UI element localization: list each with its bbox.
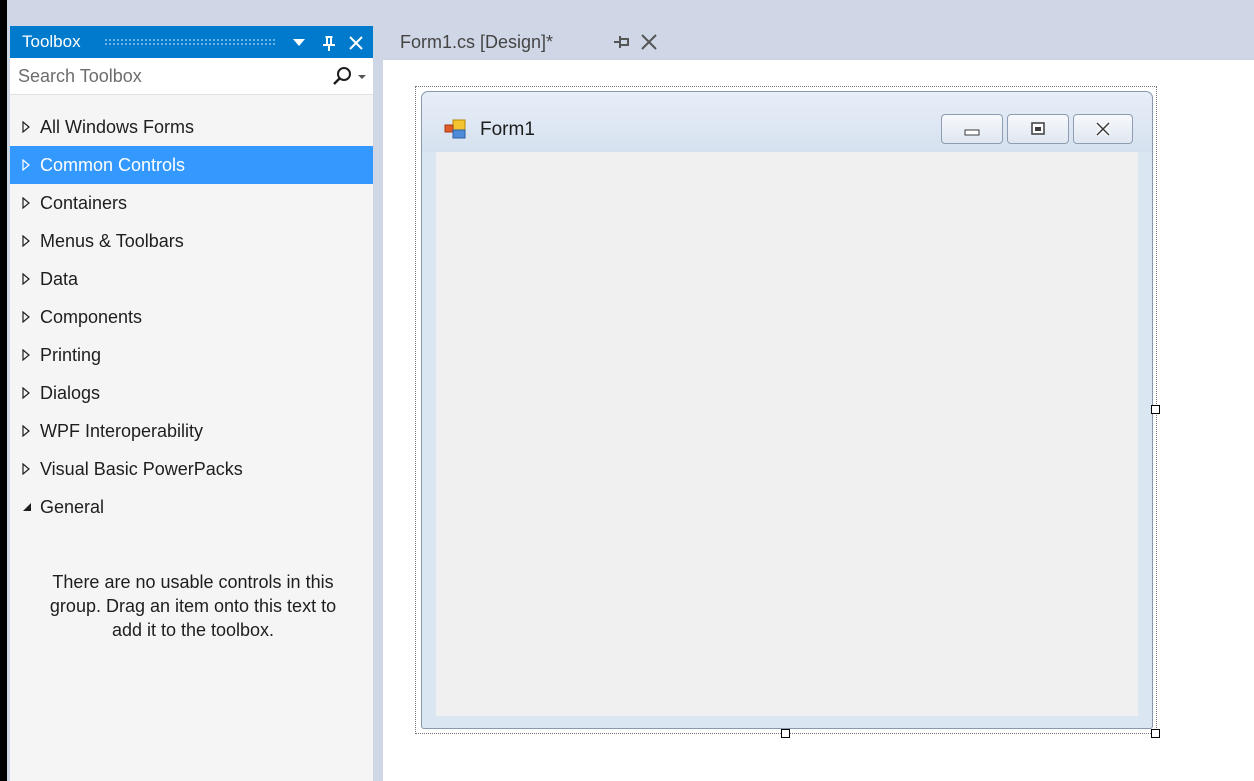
toolbox-dropdown-button[interactable] bbox=[287, 26, 311, 58]
toolbox-empty-group-message[interactable]: There are no usable controls in this gro… bbox=[36, 570, 350, 642]
collapsed-arrow-icon[interactable] bbox=[22, 121, 40, 133]
resize-handle-bottom[interactable] bbox=[781, 729, 790, 738]
collapsed-arrow-icon[interactable] bbox=[22, 387, 40, 399]
toolbox-category-item[interactable]: WPF Interoperability bbox=[10, 412, 373, 450]
panel-splitter[interactable] bbox=[373, 26, 383, 781]
toolbox-category-label: Common Controls bbox=[40, 154, 186, 175]
toolbox-search-box bbox=[10, 58, 373, 95]
toolbox-category-label: General bbox=[40, 496, 105, 517]
toolbox-category-item[interactable]: Visual Basic PowerPacks bbox=[10, 450, 373, 488]
toolbox-category-label: Dialogs bbox=[40, 382, 101, 403]
pin-icon bbox=[323, 35, 335, 51]
toolbox-category-label: Data bbox=[40, 268, 79, 289]
minimize-icon bbox=[964, 129, 980, 136]
collapsed-arrow-icon[interactable] bbox=[22, 273, 40, 285]
collapsed-arrow-icon[interactable] bbox=[22, 463, 40, 475]
toolbox-category-label: All Windows Forms bbox=[40, 116, 195, 137]
collapsed-arrow-icon[interactable] bbox=[22, 235, 40, 247]
toolbox-category-label: WPF Interoperability bbox=[40, 420, 204, 441]
tab-close-button[interactable] bbox=[640, 33, 658, 51]
toolbox-category-label: Components bbox=[40, 306, 143, 327]
toolbox-close-button[interactable] bbox=[344, 26, 368, 58]
tab-label: Form1.cs [Design]* bbox=[400, 32, 554, 52]
toolbox-category-item[interactable]: General bbox=[10, 488, 373, 526]
form1-window[interactable]: Form1 bbox=[421, 91, 1153, 729]
resize-handle-right[interactable] bbox=[1151, 405, 1160, 414]
toolbox-category-label: Visual Basic PowerPacks bbox=[40, 458, 243, 479]
toolbox-category-item[interactable]: Data bbox=[10, 260, 373, 298]
toolbox-drag-grip[interactable] bbox=[104, 38, 276, 46]
toolbox-category-item[interactable]: Components bbox=[10, 298, 373, 336]
form-close-button[interactable] bbox=[1073, 114, 1133, 144]
form-client-area[interactable] bbox=[436, 152, 1138, 716]
collapsed-arrow-icon[interactable] bbox=[22, 311, 40, 323]
tab-form1-design[interactable]: Form1.cs [Design]* bbox=[390, 26, 667, 58]
toolbox-title: Toolbox bbox=[22, 32, 81, 51]
toolbox-category-list: All Windows Forms Common Controls Containe… bbox=[10, 108, 373, 526]
toolbox-category-item[interactable]: Containers bbox=[10, 184, 373, 222]
maximize-icon bbox=[1031, 122, 1045, 135]
collapsed-arrow-icon[interactable] bbox=[22, 159, 40, 171]
collapsed-arrow-icon[interactable] bbox=[22, 425, 40, 437]
toolbox-search-input[interactable] bbox=[18, 64, 308, 88]
chevron-down-icon bbox=[293, 38, 305, 46]
toolbox-category-item[interactable]: Common Controls bbox=[10, 146, 373, 184]
collapsed-arrow-icon[interactable] bbox=[22, 197, 40, 209]
toolbox-titlebar[interactable]: Toolbox bbox=[10, 26, 373, 58]
toolbox-pin-button[interactable] bbox=[317, 26, 341, 58]
search-icon bbox=[333, 67, 366, 85]
close-icon bbox=[349, 35, 363, 50]
toolbox-panel: Toolbox Search Toolbox All Windows Forms… bbox=[10, 26, 373, 781]
pin-icon bbox=[614, 36, 629, 48]
tab-pin-button[interactable] bbox=[614, 35, 630, 49]
toolbox-category-label: Containers bbox=[40, 192, 128, 213]
toolbox-category-item[interactable]: Menus & Toolbars bbox=[10, 222, 373, 260]
close-icon bbox=[1095, 121, 1111, 137]
toolbox-category-label: Printing bbox=[40, 344, 102, 365]
expanded-arrow-icon[interactable] bbox=[22, 502, 40, 512]
toolbox-category-item[interactable]: Printing bbox=[10, 336, 373, 374]
toolbox-category-item[interactable]: All Windows Forms bbox=[10, 108, 373, 146]
collapsed-arrow-icon[interactable] bbox=[22, 349, 40, 361]
form-minimize-button[interactable] bbox=[941, 114, 1003, 144]
toolbox-category-label: Menus & Toolbars bbox=[40, 230, 184, 251]
close-icon bbox=[641, 34, 657, 50]
resize-handle-bottom-right[interactable] bbox=[1151, 729, 1160, 738]
toolbox-search-button[interactable] bbox=[332, 66, 368, 86]
form-titlebar[interactable]: Form1 bbox=[422, 92, 1152, 152]
form-icon bbox=[444, 119, 466, 139]
form-title: Form1 bbox=[480, 119, 535, 140]
toolbox-category-item[interactable]: Dialogs bbox=[10, 374, 373, 412]
form-maximize-button[interactable] bbox=[1007, 114, 1069, 144]
